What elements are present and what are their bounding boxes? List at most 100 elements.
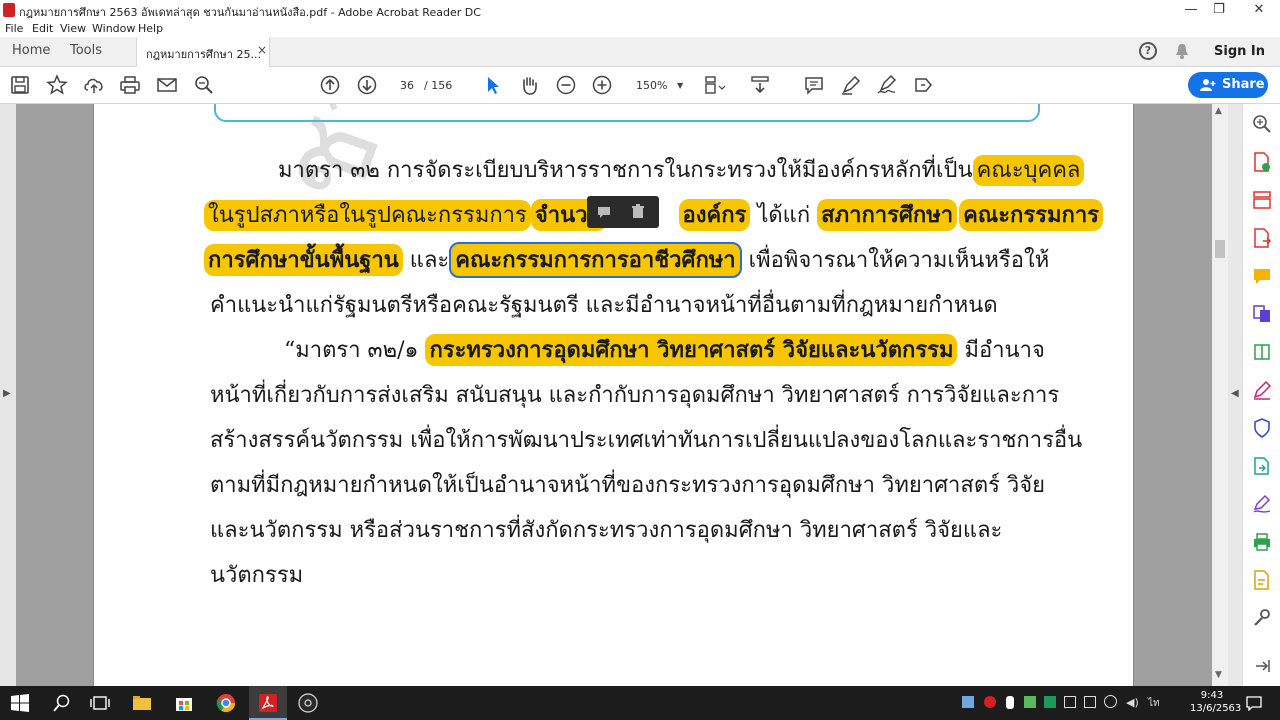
task-view-icon[interactable] bbox=[90, 693, 110, 713]
highlight-annotation[interactable]: องค์กร bbox=[678, 199, 751, 231]
selected-highlight-annotation[interactable]: คณะกรรมการการอาชีวศึกษา bbox=[449, 242, 742, 278]
chrome-icon[interactable] bbox=[216, 693, 236, 713]
highlight-annotation[interactable]: สภาการศึกษา bbox=[817, 199, 958, 231]
sign-icon[interactable] bbox=[876, 74, 898, 96]
annotation-popup bbox=[587, 196, 659, 228]
star-icon[interactable] bbox=[46, 74, 68, 96]
clock[interactable]: 9:43 13/6/2563 bbox=[1190, 689, 1242, 715]
taskbar-acrobat-active[interactable] bbox=[249, 686, 287, 720]
fill-sign-icon[interactable] bbox=[913, 74, 935, 96]
acrobat-icon bbox=[259, 694, 277, 712]
para2-line1: “มาตรา ๓๒/๑ กระทรวงการอุดมศึกษา วิทยาศาส… bbox=[284, 332, 1045, 367]
nvidia-icon[interactable] bbox=[1044, 696, 1056, 708]
page-number-input[interactable]: 36 bbox=[393, 76, 421, 96]
mail-icon[interactable] bbox=[156, 74, 178, 96]
clock-time: 9:43 bbox=[1200, 690, 1224, 701]
search-icon[interactable] bbox=[52, 693, 72, 713]
bell-icon[interactable] bbox=[1175, 43, 1189, 59]
share-label: Share bbox=[1222, 77, 1265, 92]
globe-icon[interactable] bbox=[1104, 695, 1117, 708]
next-page-icon[interactable] bbox=[356, 74, 378, 96]
expand-right-icon: ▶ bbox=[3, 388, 11, 399]
menu-edit[interactable]: Edit bbox=[32, 22, 53, 35]
close-button[interactable]: ✕ bbox=[1241, 0, 1277, 20]
search-icon[interactable] bbox=[193, 74, 215, 96]
create-pdf-icon[interactable] bbox=[1252, 152, 1272, 172]
menu-window[interactable]: Window bbox=[92, 22, 135, 35]
pdf-page[interactable]: ชวนกันมาอ่าน มาตรา ๓๒ การจัดระเบียบบริหา… bbox=[93, 104, 1134, 686]
share-button[interactable]: Share bbox=[1188, 72, 1268, 98]
prepare-form-icon[interactable] bbox=[1252, 570, 1272, 590]
para2-line4: ตามที่มีกฎหมายกำหนดให้เป็นอำนาจหน้าที่ขอ… bbox=[210, 473, 1046, 498]
sign-in-button[interactable]: Sign In bbox=[1214, 44, 1265, 59]
para1-line4: คำแนะนำแก่รัฐมนตรีหรือคณะรัฐมนตรี และมีอ… bbox=[210, 293, 998, 318]
windows-taskbar: ◀) ไท bbox=[0, 686, 1280, 720]
print-production-icon[interactable] bbox=[1252, 532, 1272, 552]
cloud-upload-icon[interactable] bbox=[83, 74, 105, 96]
scroll-thumb[interactable] bbox=[1215, 240, 1225, 258]
highlight-annotation[interactable]: ในรูปสภาหรือในรูปคณะกรรมการ bbox=[204, 200, 531, 231]
highlight-pen-icon[interactable] bbox=[840, 74, 862, 96]
hand-tool-icon[interactable] bbox=[518, 74, 540, 96]
menu-help[interactable]: Help bbox=[138, 22, 163, 35]
right-pane-toggle[interactable]: ◀ bbox=[1228, 104, 1242, 686]
previous-page-icon[interactable] bbox=[319, 74, 341, 96]
clock-date: 13/6/2563 bbox=[1190, 703, 1242, 714]
tab-tools[interactable]: Tools bbox=[70, 43, 102, 58]
vertical-scrollbar[interactable]: ▲ ▼ bbox=[1212, 104, 1228, 686]
comment-icon[interactable] bbox=[803, 74, 825, 96]
tab-close-icon[interactable]: × bbox=[257, 43, 267, 57]
tab-document[interactable]: กฎหมายการศึกษา 25... × bbox=[136, 37, 270, 67]
zoom-out-icon[interactable] bbox=[555, 74, 577, 96]
text-run: มีอำนาจ bbox=[957, 338, 1045, 363]
zoom-dropdown[interactable]: 150% ▼ bbox=[626, 76, 690, 96]
protect-icon[interactable] bbox=[1252, 418, 1272, 438]
select-cursor-icon[interactable] bbox=[482, 74, 504, 96]
fill-and-sign-icon[interactable] bbox=[1252, 494, 1272, 514]
store-icon[interactable] bbox=[174, 693, 194, 713]
tray-keyboard-icon[interactable] bbox=[1084, 696, 1096, 708]
zoom-in-icon[interactable] bbox=[591, 74, 613, 96]
comment-icon[interactable] bbox=[597, 205, 611, 219]
organize-pages-icon[interactable] bbox=[1252, 190, 1272, 210]
save-icon[interactable] bbox=[9, 74, 31, 96]
language-icon[interactable]: ไท bbox=[1148, 696, 1160, 711]
help-icon[interactable]: ? bbox=[1139, 42, 1157, 60]
edit-pdf-icon[interactable] bbox=[1252, 380, 1272, 400]
highlight-annotation[interactable]: คณะกรรมการ bbox=[959, 199, 1103, 231]
tab-home[interactable]: Home bbox=[12, 43, 50, 58]
send-for-review-icon[interactable] bbox=[1252, 456, 1272, 476]
tray-record-icon[interactable] bbox=[984, 696, 996, 708]
tray-app-icon[interactable] bbox=[962, 696, 974, 708]
notification-icon[interactable] bbox=[1246, 695, 1262, 711]
print-icon[interactable] bbox=[119, 74, 141, 96]
expand-pane-icon[interactable] bbox=[1252, 656, 1272, 676]
highlight-annotation[interactable]: การศึกษาขั้นพื้นฐาน bbox=[204, 244, 403, 276]
para1-line3: การศึกษาขั้นพื้นฐาน และ คณะกรรมการการอาชี… bbox=[204, 242, 1049, 278]
highlight-annotation[interactable]: กระทรวงการอุดมศึกษา วิทยาศาสตร์ วิจัยและ… bbox=[425, 334, 958, 366]
windows-start-icon[interactable] bbox=[10, 693, 30, 713]
page-layout-icon[interactable] bbox=[703, 74, 726, 96]
tray-sync-icon[interactable] bbox=[1024, 696, 1036, 708]
obs-icon[interactable] bbox=[298, 693, 318, 713]
menu-file[interactable]: File bbox=[5, 22, 23, 35]
compress-pdf-icon[interactable] bbox=[1252, 342, 1272, 362]
scroll-mode-icon[interactable] bbox=[749, 74, 771, 96]
volume-icon[interactable]: ◀) bbox=[1126, 696, 1139, 709]
menu-view[interactable]: View bbox=[60, 22, 86, 35]
file-explorer-icon[interactable] bbox=[132, 693, 152, 713]
text-run: ได้แก่ bbox=[750, 203, 818, 228]
export-pdf-icon[interactable] bbox=[1252, 228, 1272, 248]
combine-files-icon[interactable] bbox=[1252, 304, 1272, 324]
highlight-annotation[interactable]: คณะบุคคล bbox=[972, 155, 1085, 186]
left-panel-toggle[interactable]: ▶ bbox=[0, 104, 16, 686]
tray-display-icon[interactable] bbox=[1064, 696, 1076, 708]
microphone-icon[interactable] bbox=[1006, 696, 1014, 709]
trash-icon[interactable] bbox=[631, 204, 645, 219]
maximize-button[interactable]: ❐ bbox=[1201, 0, 1237, 20]
more-tools-icon[interactable] bbox=[1252, 608, 1272, 628]
comment-tool-icon[interactable] bbox=[1252, 266, 1272, 286]
scroll-up-icon[interactable]: ▲ bbox=[1215, 106, 1222, 116]
zoom-icon[interactable] bbox=[1252, 114, 1272, 134]
scroll-down-icon[interactable]: ▼ bbox=[1215, 670, 1222, 680]
